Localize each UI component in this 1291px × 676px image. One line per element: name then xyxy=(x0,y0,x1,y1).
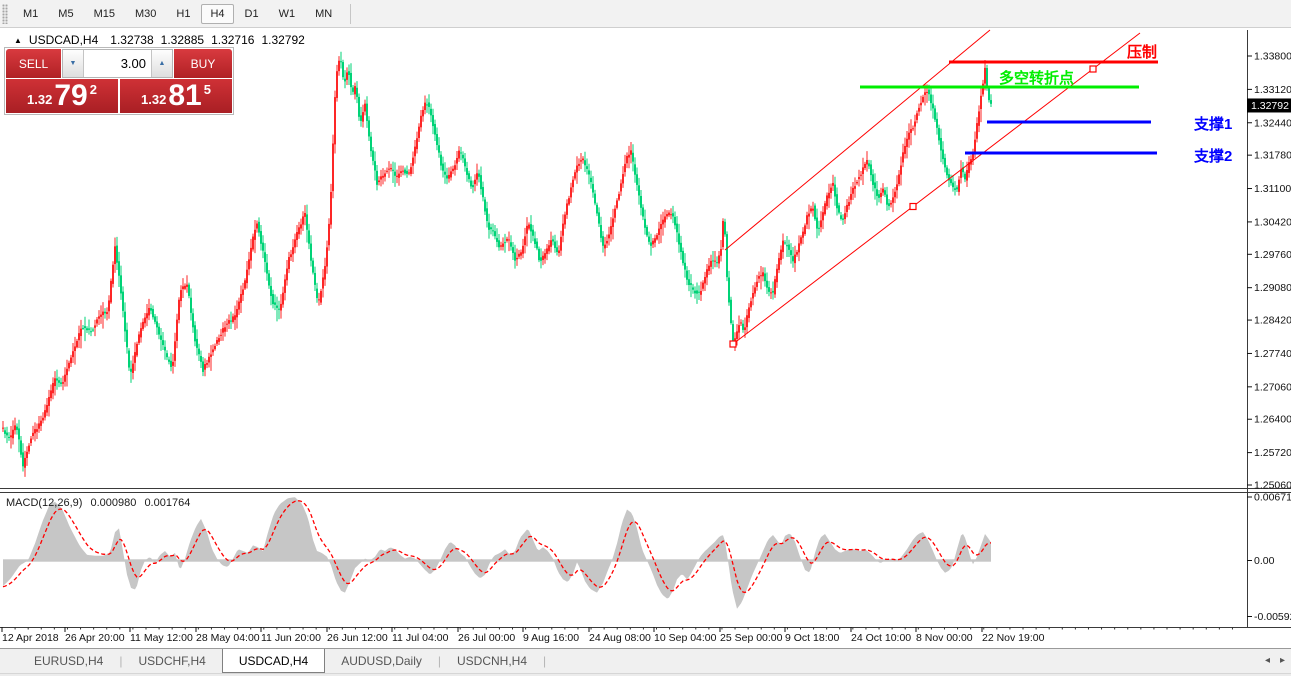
trading-platform-window: M1M5M15M30H1H4D1W1MN 压制多空转折点支撑1 支撑2 1.3380… xyxy=(0,0,1291,676)
current-price-value: 1.32792 xyxy=(1251,100,1289,112)
support2-line-label: 支撑2 xyxy=(1193,147,1232,165)
time-axis-label: 10 Sep 04:00 xyxy=(654,632,717,644)
tf-button-m1[interactable]: M1 xyxy=(14,4,47,24)
time-axis-label: 24 Aug 08:00 xyxy=(589,632,651,644)
buy-button[interactable]: BUY xyxy=(174,49,232,78)
tab-scroll-left-icon[interactable]: ◂ xyxy=(1265,655,1270,666)
price-axis-label: 1.27740 xyxy=(1254,348,1291,360)
tab-scroll-right-icon[interactable]: ▸ xyxy=(1280,655,1285,666)
tf-button-h4[interactable]: H4 xyxy=(201,4,233,24)
volume-increase-button[interactable]: ▲ xyxy=(151,50,172,77)
buy-price-button[interactable]: 1.32 81 5 xyxy=(120,79,232,113)
macd-value: 0.000980 xyxy=(90,497,136,509)
buy-price-main: 81 xyxy=(168,81,201,111)
price-axis-label: 1.29760 xyxy=(1254,249,1291,261)
tab-usdcnh-h4[interactable]: USDCNH,H4 xyxy=(441,649,543,673)
pivot-line-label: 多空转折点 xyxy=(999,69,1074,87)
volume-stepper: ▼ 3.00 ▲ xyxy=(62,49,173,78)
time-axis-label: 26 Jun 12:00 xyxy=(327,632,388,644)
macd-signal-line xyxy=(3,501,991,593)
time-axis-label: 11 Jun 20:00 xyxy=(261,632,321,644)
price-axis-label: 1.26400 xyxy=(1254,414,1291,426)
trendline-handle[interactable] xyxy=(1090,66,1096,72)
price-axis-label: 1.31780 xyxy=(1254,150,1291,162)
tab-separator: | xyxy=(543,649,546,673)
tf-button-h1[interactable]: H1 xyxy=(167,4,199,24)
tab-scroll-arrows: ◂ ▸ xyxy=(1265,648,1285,673)
sell-price-pip: 2 xyxy=(90,82,97,97)
price-axis-label: 1.33120 xyxy=(1254,84,1291,96)
macd-zero-band xyxy=(3,559,991,561)
buy-price-prefix: 1.32 xyxy=(141,92,166,107)
macd-name: MACD(12,26,9) xyxy=(6,497,82,509)
time-axis-label: 25 Sep 00:00 xyxy=(720,632,783,644)
time-axis-label: 9 Oct 18:00 xyxy=(785,632,839,644)
candlestick-series xyxy=(2,52,992,477)
price-axis-label: 1.33800 xyxy=(1254,51,1291,63)
resistance-line-label: 压制 xyxy=(1127,43,1157,61)
volume-decrease-button[interactable]: ▼ xyxy=(63,50,84,77)
time-axis-label: 12 Apr 2018 xyxy=(2,632,59,644)
tf-button-m30[interactable]: M30 xyxy=(126,4,165,24)
macd-histogram xyxy=(3,497,991,609)
price-axis-label: 1.29080 xyxy=(1254,282,1291,294)
tf-button-mn[interactable]: MN xyxy=(306,4,341,24)
price-axis: 1.33800 1.33120 1.32440 1.31780 1.31100 1.304… xyxy=(1247,51,1291,492)
symbol-tab-bar: EURUSD,H4 | USDCHF,H4USDCAD,H4AUDUSD,Daily… xyxy=(0,648,1291,673)
sell-price-prefix: 1.32 xyxy=(27,92,52,107)
support1-line-label: 支撑1 xyxy=(1193,115,1232,133)
time-axis-label: 26 Jul 00:00 xyxy=(458,632,515,644)
macd-indicator-label: MACD(12,26,9) 0.000980 0.001764 xyxy=(6,497,195,509)
price-axis-label: 1.27060 xyxy=(1254,381,1291,393)
time-axis-label: 11 May 12:00 xyxy=(130,632,193,644)
buy-price-pip: 5 xyxy=(204,82,211,97)
trendline-channel-lower[interactable] xyxy=(733,33,1140,344)
ohlc-close: 1.32792 xyxy=(261,33,304,47)
ohlc-high: 1.32885 xyxy=(161,33,204,47)
price-axis-label: 1.30420 xyxy=(1254,216,1291,228)
sell-price-button[interactable]: 1.32 79 2 xyxy=(6,79,118,113)
macd-axis-label: 0.006718 xyxy=(1254,492,1291,504)
sell-price-main: 79 xyxy=(54,81,87,111)
tf-button-m15[interactable]: M15 xyxy=(85,4,124,24)
ohlc-low: 1.32716 xyxy=(211,33,254,47)
trendline-handle[interactable] xyxy=(910,204,916,210)
macd-signal-value: 0.001764 xyxy=(144,497,190,509)
tf-button-w1[interactable]: W1 xyxy=(270,4,305,24)
chart-title-bar: ▲ USDCAD,H4 1.32738 1.32885 1.32716 1.32… xyxy=(14,33,312,47)
time-axis-label: 22 Nov 19:00 xyxy=(982,632,1045,644)
sell-button[interactable]: SELL xyxy=(6,49,61,78)
price-axis-label: 1.31100 xyxy=(1254,183,1291,195)
price-axis-label: 1.25720 xyxy=(1254,447,1291,459)
time-axis-label: 8 Nov 00:00 xyxy=(916,632,973,644)
price-axis-label: 1.32440 xyxy=(1254,117,1291,129)
price-axis-label: 1.28420 xyxy=(1254,315,1291,327)
tab-usdchf-h4[interactable]: USDCHF,H4 xyxy=(122,649,221,673)
time-axis-label: 28 May 04:00 xyxy=(196,632,260,644)
time-axis-label: 26 Apr 20:00 xyxy=(65,632,125,644)
trendline-handle[interactable] xyxy=(730,341,736,347)
price-axis-label: 1.25060 xyxy=(1254,480,1291,492)
macd-axis-label: -0.005925 xyxy=(1254,611,1291,623)
one-click-trading-widget: SELL ▼ 3.00 ▲ BUY 1.32 79 2 1.32 81 5 xyxy=(4,47,234,115)
macd-axis-label: 0.00 xyxy=(1254,555,1275,567)
toolbar-separator xyxy=(350,4,351,24)
tf-button-m5[interactable]: M5 xyxy=(49,4,82,24)
timeframe-toolbar: M1M5M15M30H1H4D1W1MN xyxy=(0,0,1291,28)
tab-audusd-daily[interactable]: AUDUSD,Daily xyxy=(325,649,438,673)
tf-button-d1[interactable]: D1 xyxy=(236,4,268,24)
time-axis: 12 Apr 2018 26 Apr 20:00 11 May 12:0028 Ma… xyxy=(2,627,1232,644)
ohlc-open: 1.32738 xyxy=(110,33,153,47)
time-axis-label: 9 Aug 16:00 xyxy=(523,632,579,644)
expand-arrow-icon[interactable]: ▲ xyxy=(14,36,22,45)
time-axis-label: 11 Jul 04:00 xyxy=(392,632,449,644)
toolbar-grip-icon[interactable] xyxy=(2,4,8,24)
tab-usdcad-h4[interactable]: USDCAD,H4 xyxy=(222,649,325,673)
symbol-period-label: USDCAD,H4 xyxy=(29,33,98,47)
time-axis-label: 24 Oct 10:00 xyxy=(851,632,911,644)
volume-input[interactable]: 3.00 xyxy=(84,50,151,77)
chart-canvas[interactable]: 压制多空转折点支撑1 支撑2 1.33800 1.33120 1.32440 1.3178… xyxy=(0,28,1291,648)
tab-eurusd-h4[interactable]: EURUSD,H4 xyxy=(18,649,119,673)
